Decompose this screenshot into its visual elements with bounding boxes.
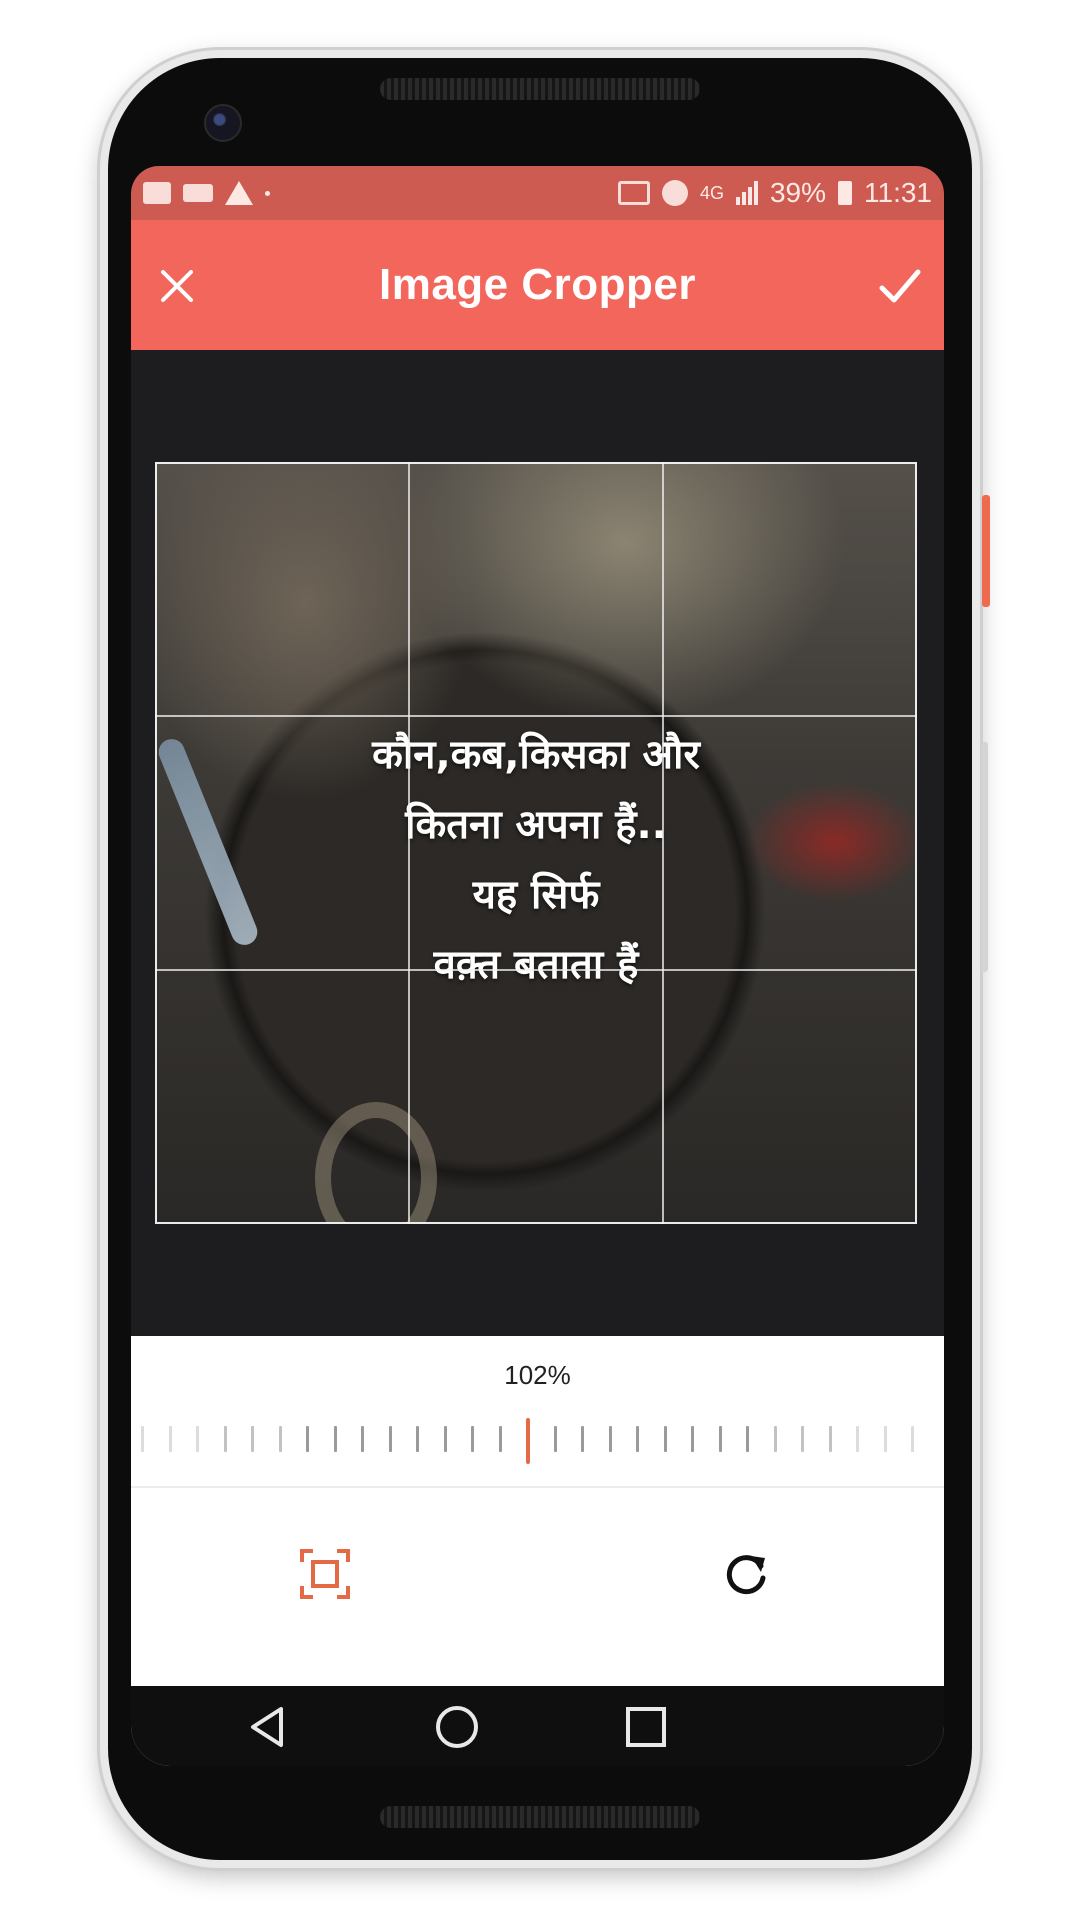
divider — [131, 1486, 944, 1488]
zoom-ruler-indicator — [526, 1418, 530, 1464]
volume-button — [982, 742, 988, 972]
zoom-ruler-tick — [168, 1426, 172, 1452]
crop-image[interactable]: कौन,कब,किसका और कितना अपना हैं.. यह सिर्… — [155, 462, 917, 1224]
zoom-ruler-tick — [361, 1426, 364, 1452]
zoom-ruler-tick — [388, 1426, 392, 1452]
crop-area: कौन,कब,किसका और कितना अपना हैं.. यह सिर्… — [131, 350, 944, 1336]
zoom-ruler-tick — [471, 1426, 474, 1452]
crop-frame-icon[interactable] — [299, 1548, 351, 1600]
zoom-label: 102% — [504, 1360, 571, 1390]
home-icon[interactable] — [430, 1700, 484, 1754]
signal-icon — [735, 181, 758, 205]
zoom-ruler-tick — [306, 1426, 309, 1452]
status-indicators: 4G 39% 11:31 — [617, 177, 932, 209]
gallery-icon — [143, 182, 171, 204]
zoom-ruler-tick — [278, 1426, 282, 1452]
zoom-ruler-tick — [553, 1426, 557, 1452]
zoom-ruler[interactable] — [141, 1418, 934, 1464]
app-bar: Image Cropper — [131, 220, 944, 350]
zoom-ruler-tick — [141, 1426, 144, 1452]
zoom-ruler-tick — [746, 1426, 749, 1452]
zoom-ruler-tick — [691, 1426, 694, 1452]
more-notifications-dot — [265, 190, 270, 196]
zoom-ruler-tick — [498, 1426, 502, 1452]
clock: 11:31 — [864, 177, 932, 208]
network-type: 4G — [699, 183, 724, 203]
zoom-ruler-tick — [911, 1426, 914, 1452]
zoom-ruler-tick — [636, 1426, 639, 1452]
zoom-ruler-tick — [718, 1426, 722, 1452]
zoom-ruler-tick — [223, 1426, 227, 1452]
rotate-icon[interactable] — [721, 1548, 773, 1600]
video-camera-icon — [183, 184, 213, 202]
zoom-ruler-tick — [801, 1426, 804, 1452]
zoom-ruler-tick — [416, 1426, 419, 1452]
screen: 4G 39% 11:31 Image Cropper कौन,कब,किसका … — [131, 166, 944, 1766]
power-button — [982, 495, 990, 607]
crop-frame[interactable] — [155, 462, 917, 1224]
navigation-bar — [131, 1686, 944, 1766]
page-title: Image Cropper — [378, 260, 696, 309]
zoom-ruler-tick — [443, 1426, 447, 1452]
back-icon[interactable] — [241, 1700, 295, 1754]
earpiece-speaker — [380, 78, 700, 100]
zoom-ruler-tick — [251, 1426, 254, 1452]
status-notifications — [143, 181, 270, 205]
front-camera — [204, 104, 242, 142]
cast-icon — [617, 181, 650, 205]
zoom-ruler-tick — [333, 1426, 337, 1452]
status-bar: 4G 39% 11:31 — [131, 166, 944, 220]
zoom-ruler-tick — [828, 1426, 832, 1452]
zoom-ruler-tick — [196, 1426, 199, 1452]
alarm-icon — [661, 180, 688, 206]
warning-icon — [225, 181, 253, 205]
recents-icon[interactable] — [619, 1700, 673, 1754]
zoom-ruler-tick — [773, 1426, 777, 1452]
close-icon[interactable] — [153, 262, 201, 310]
bottom-speaker — [380, 1806, 700, 1828]
check-icon[interactable] — [874, 262, 926, 310]
zoom-ruler-tick — [608, 1426, 612, 1452]
zoom-ruler-tick — [663, 1426, 667, 1452]
zoom-ruler-tick — [581, 1426, 584, 1452]
zoom-ruler-tick — [856, 1426, 859, 1452]
zoom-ruler-tick — [883, 1426, 887, 1452]
battery-icon — [838, 181, 852, 205]
battery-percent: 39% — [769, 177, 826, 208]
